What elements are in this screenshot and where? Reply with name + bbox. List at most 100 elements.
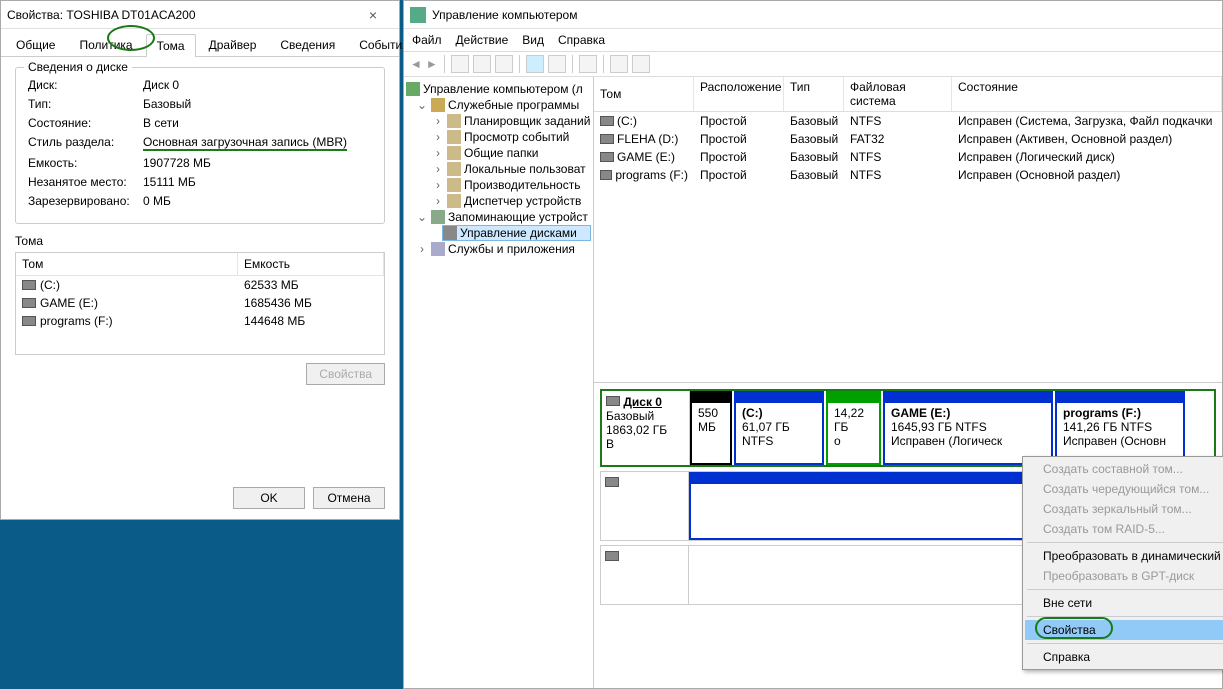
partition-block[interactable]: programs (F:)141,26 ГБ NTFSИсправен (Осн… [1055,391,1185,465]
collapse-icon[interactable]: ⌄ [416,210,428,224]
tab-volumes[interactable]: Тома [146,34,196,57]
toolbar-icon[interactable] [548,55,566,73]
part-state: о [834,434,841,448]
col-capacity[interactable]: Емкость [238,253,384,275]
tree-item-label: Планировщик заданий [464,114,590,128]
col-fs[interactable]: Файловая система [844,77,952,111]
context-menu-item[interactable]: Справка [1025,647,1223,667]
help-icon[interactable] [526,55,544,73]
state-value: В сети [143,116,179,130]
volume-size: 144648 МБ [238,314,378,328]
expand-icon[interactable]: › [416,242,428,256]
vol-name: FLEHA (D:) [617,132,678,146]
tab-general[interactable]: Общие [5,33,66,56]
app-icon [410,7,426,23]
vol-fs: FAT32 [844,131,952,147]
back-icon[interactable]: ◄ [410,57,422,71]
menu-item-label: Создать том RAID-5... [1043,522,1165,536]
reserved-label: Зарезервировано: [28,194,143,208]
disk-label-block[interactable] [601,546,689,604]
partition-block[interactable]: (C:)61,07 ГБ NTFS [734,391,824,465]
type-value: Базовый [143,97,191,111]
partition-block[interactable]: GAME (E:)1645,93 ГБ NTFSИсправен (Логиче… [883,391,1053,465]
volume-name: GAME (E:) [40,296,98,310]
tree-item[interactable]: › Локальные пользоват [406,161,591,177]
context-menu-item[interactable]: Свойства [1025,620,1223,640]
toolbar-icon[interactable] [579,55,597,73]
tree-item[interactable]: ›Общие папки [406,145,591,161]
menu-action[interactable]: Действие [456,33,509,47]
tree-item[interactable]: ›Просмотр событий [406,129,591,145]
tree-root[interactable]: Управление компьютером (л [423,82,583,96]
services-icon [431,242,445,256]
partition-block[interactable]: 14,22 ГБо [826,391,881,465]
table-row[interactable]: (C:)62533 МБ [16,276,384,294]
col-layout[interactable]: Расположение [694,77,784,111]
collapse-icon[interactable]: ⌄ [416,98,428,112]
part-name: (C:) [742,406,763,420]
menu-file[interactable]: Файл [412,33,442,47]
list-row[interactable]: (C:)ПростойБазовыйNTFSИсправен (Система,… [594,112,1222,130]
expand-icon[interactable]: › [432,146,444,160]
volume-name: (C:) [40,278,60,292]
list-row[interactable]: programs (F:)ПростойБазовыйNTFSИсправен … [594,166,1222,184]
toolbar-icon[interactable] [473,55,491,73]
col-volume[interactable]: Том [16,253,238,275]
toolbar-icon[interactable] [610,55,628,73]
expand-icon[interactable]: › [432,178,444,192]
expand-icon[interactable]: › [432,130,444,144]
col-volume[interactable]: Том [594,77,694,111]
capacity-value: 1907728 МБ [143,156,211,170]
col-type[interactable]: Тип [784,77,844,111]
storage-icon [431,210,445,224]
disk-state: В [606,437,614,451]
disk-value: Диск 0 [143,78,179,92]
window-title: Свойства: TOSHIBA DT01ACA200 [7,8,353,22]
tree-storage[interactable]: Запоминающие устройст [448,210,588,224]
context-menu-item[interactable]: Вне сети [1025,593,1223,613]
toolbar-icon[interactable] [451,55,469,73]
context-menu-item: Создать чередующийся том... [1025,479,1223,499]
vol-state: Исправен (Основной раздел) [952,167,1222,183]
menu-view[interactable]: Вид [522,33,544,47]
disk-label-block[interactable] [601,472,689,540]
tree-item[interactable]: ›Производительность [406,177,591,193]
vol-state: Исправен (Активен, Основной раздел) [952,131,1222,147]
partition-block[interactable]: 550 МБ [690,391,732,465]
part-size: 550 МБ [698,406,718,434]
table-row[interactable]: GAME (E:)1685436 МБ [16,294,384,312]
tree-item[interactable]: › Планировщик заданий [406,113,591,129]
computer-icon [406,82,420,96]
tab-policy[interactable]: Политика [68,33,143,56]
tab-driver[interactable]: Драйвер [198,33,268,56]
disk-label-block[interactable]: Диск 0 Базовый 1863,02 ГБ В [602,391,690,465]
context-menu-item: Создать том RAID-5... [1025,519,1223,539]
expand-icon[interactable]: › [432,114,444,128]
cancel-button[interactable]: Отмена [313,487,385,509]
ok-button[interactable]: OK [233,487,305,509]
state-label: Состояние: [28,116,143,130]
table-row[interactable]: programs (F:) 144648 МБ [16,312,384,330]
list-row[interactable]: FLEHA (D:)ПростойБазовыйFAT32Исправен (А… [594,130,1222,148]
close-icon[interactable]: × [353,7,393,23]
toolbar-icon[interactable] [632,55,650,73]
context-menu-item[interactable]: Преобразовать в динамический диск... [1025,546,1223,566]
table-header: Том Емкость [16,253,384,276]
tree-disk-management[interactable]: Управление дисками [460,226,577,240]
tree-system-tools[interactable]: Служебные программы [448,98,579,112]
volume-icon [22,316,36,326]
col-state[interactable]: Состояние [952,77,1222,111]
list-row[interactable]: GAME (E:)ПростойБазовыйNTFSИсправен (Лог… [594,148,1222,166]
expand-icon[interactable]: › [432,194,444,208]
vol-fs: NTFS [844,149,952,165]
toolbar-icon[interactable] [495,55,513,73]
menu-help[interactable]: Справка [558,33,605,47]
volume-name: programs (F:) [40,314,113,328]
tree-item-label: Локальные пользоват [464,162,586,176]
tree-item[interactable]: ›Диспетчер устройств [406,193,591,209]
forward-icon[interactable]: ► [426,57,438,71]
navigation-tree[interactable]: Управление компьютером (л ⌄ Служебные про… [404,77,594,688]
tree-services[interactable]: Службы и приложения [448,242,575,256]
expand-icon[interactable]: › [432,162,444,176]
tab-details[interactable]: Сведения [269,33,346,56]
